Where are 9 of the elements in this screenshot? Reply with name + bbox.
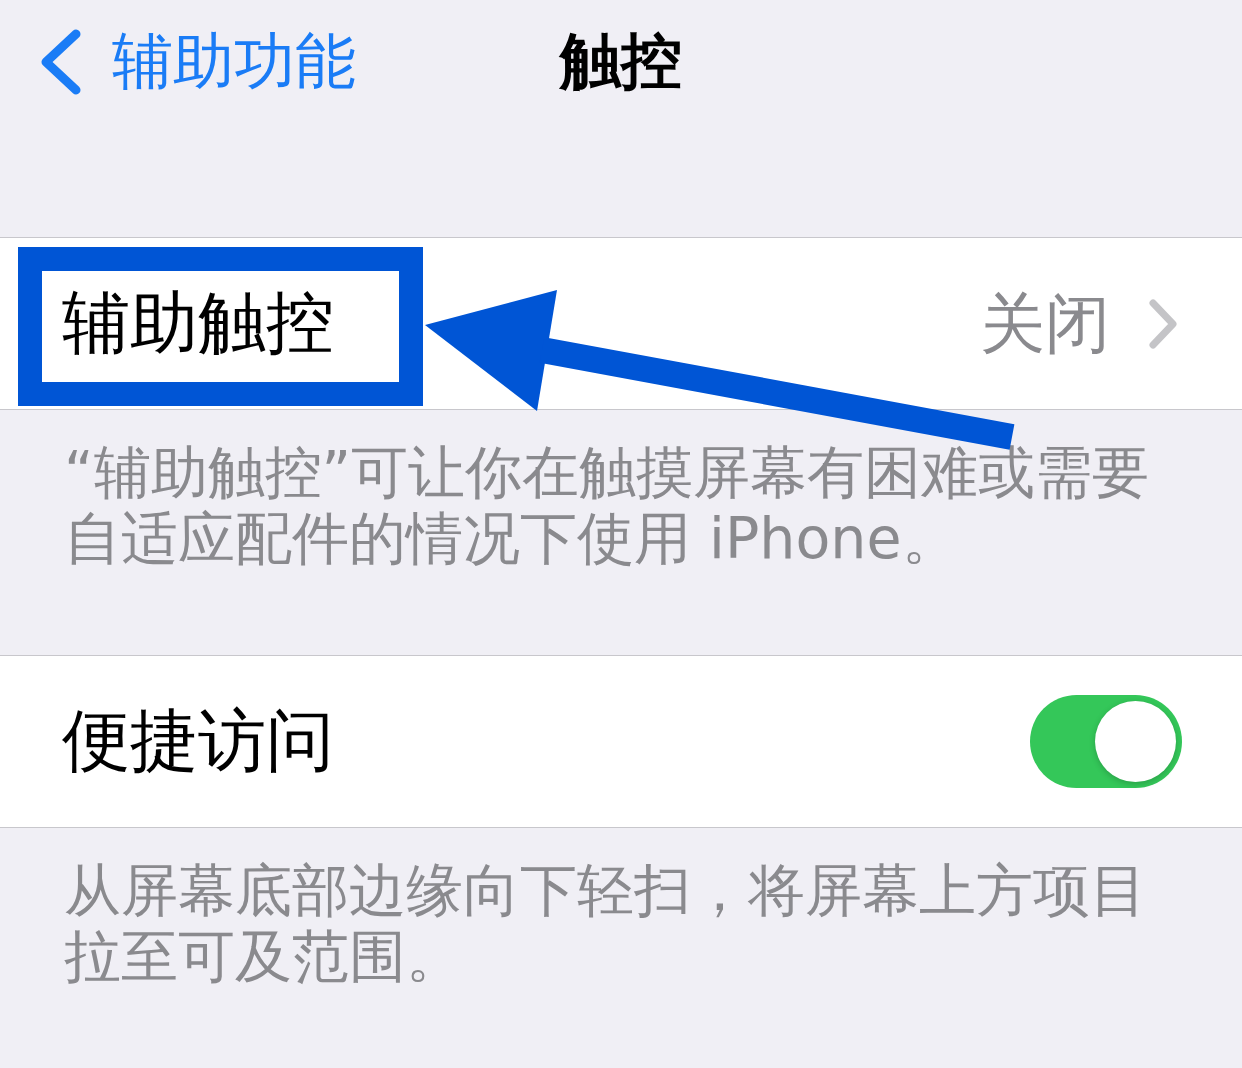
footer-note: “辅助触控”可让你在触摸屏幕有困难或需要自适应配件的情况下使用 iPhone。 — [63, 438, 1151, 571]
page-title: 触控 — [560, 24, 682, 98]
chevron-icon — [1148, 298, 1178, 349]
row-value: 关闭 — [980, 284, 1110, 363]
settings-row[interactable]: 便捷访问 — [0, 655, 1242, 828]
footer-note: 从屏幕底部边缘向下轻扫，将屏幕上方项目拉至可及范围。 — [63, 856, 1148, 989]
row-label: 辅助触控 — [62, 282, 334, 364]
row-label: 便捷访问 — [62, 700, 334, 782]
back-chevron-icon — [40, 29, 82, 95]
